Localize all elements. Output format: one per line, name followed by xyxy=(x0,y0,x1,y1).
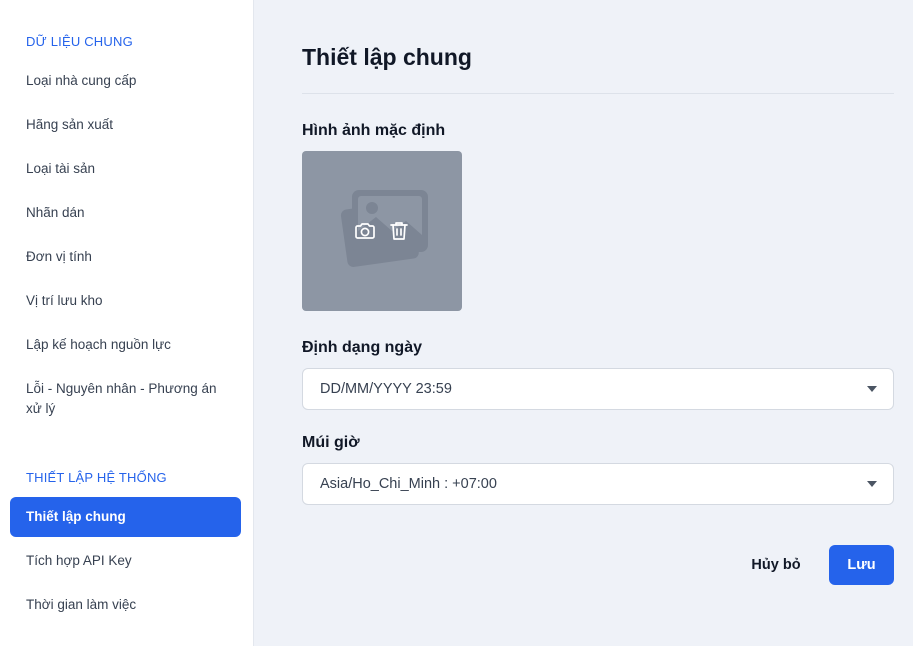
sidebar: DỮ LIỆU CHUNG Loại nhà cung cấp Hãng sản… xyxy=(0,0,254,646)
main-content: Thiết lập chung Hình ảnh mặc định Định d… xyxy=(254,0,913,646)
sidebar-item-resource-planning[interactable]: Lập kế hoạch nguồn lực xyxy=(26,335,171,355)
sidebar-item-storage-location[interactable]: Vị trí lưu kho xyxy=(26,291,103,311)
sidebar-section-data-title: DỮ LIỆU CHUNG xyxy=(26,34,133,49)
timezone-select[interactable]: Asia/Ho_Chi_Minh : +07:00 xyxy=(302,463,894,505)
camera-icon[interactable] xyxy=(353,219,377,243)
trash-icon[interactable] xyxy=(387,219,411,243)
timezone-label: Múi giờ xyxy=(302,434,360,451)
date-format-value: DD/MM/YYYY 23:59 xyxy=(320,381,452,397)
sidebar-item-error-cause-solution[interactable]: Lỗi - Nguyên nhân - Phương án xử lý xyxy=(26,379,226,419)
default-image-upload[interactable] xyxy=(302,151,462,311)
sidebar-item-general-settings[interactable]: Thiết lập chung xyxy=(10,497,241,537)
sidebar-item-labels[interactable]: Nhãn dán xyxy=(26,203,85,223)
sidebar-section-system-title: THIẾT LẬP HỆ THỐNG xyxy=(26,470,167,485)
page-title: Thiết lập chung xyxy=(302,44,472,70)
sidebar-item-supplier-type[interactable]: Loại nhà cung cấp xyxy=(26,71,136,91)
chevron-down-icon xyxy=(867,386,877,392)
sidebar-item-units[interactable]: Đơn vị tính xyxy=(26,247,92,267)
date-format-label: Định dạng ngày xyxy=(302,339,422,356)
cancel-button[interactable]: Hủy bỏ xyxy=(738,545,814,585)
title-divider xyxy=(302,93,894,94)
save-button[interactable]: Lưu xyxy=(829,545,894,585)
sidebar-item-api-key[interactable]: Tích hợp API Key xyxy=(26,551,132,571)
sidebar-item-asset-type[interactable]: Loại tài sản xyxy=(26,159,95,179)
sidebar-item-manufacturer[interactable]: Hãng sản xuất xyxy=(26,115,113,135)
date-format-select[interactable]: DD/MM/YYYY 23:59 xyxy=(302,368,894,410)
sidebar-item-working-time[interactable]: Thời gian làm việc xyxy=(26,595,136,615)
chevron-down-icon xyxy=(867,481,877,487)
image-placeholder-icon xyxy=(340,190,428,267)
timezone-value: Asia/Ho_Chi_Minh : +07:00 xyxy=(320,476,497,492)
default-image-label: Hình ảnh mặc định xyxy=(302,122,446,139)
